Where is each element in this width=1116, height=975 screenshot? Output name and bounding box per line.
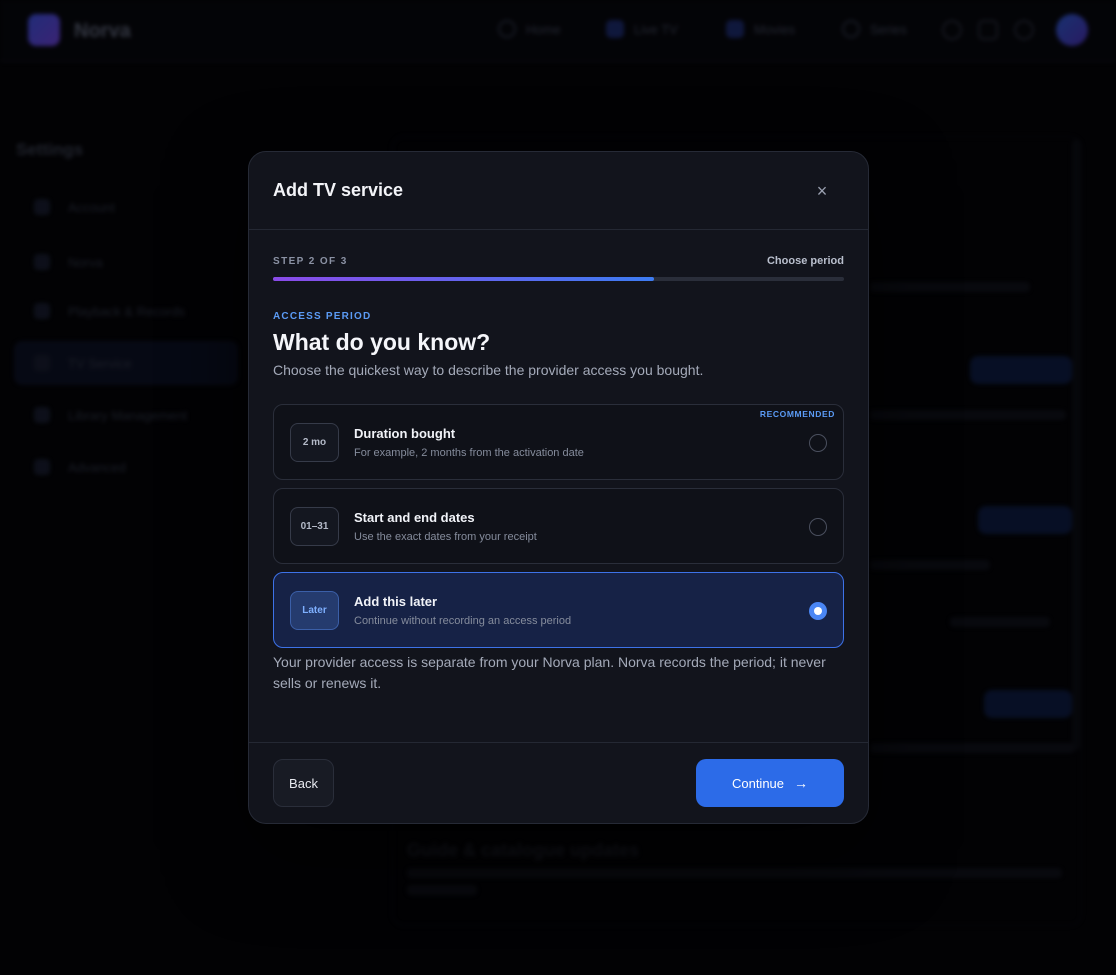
option-duration-bought[interactable]: 2 mo Duration bought For example, 2 mont… bbox=[273, 404, 844, 480]
progress-fill bbox=[273, 277, 654, 281]
question-heading: What do you know? bbox=[273, 329, 491, 355]
close-button[interactable]: × bbox=[809, 178, 835, 204]
step-indicator: STEP 2 OF 3 bbox=[273, 256, 348, 267]
sidebar-item-label: Norva bbox=[68, 254, 103, 270]
option-start-end-dates[interactable]: 01–31 Start and end dates Use the exact … bbox=[273, 488, 844, 564]
app-logo-icon bbox=[28, 14, 60, 46]
continue-label: Continue bbox=[731, 775, 785, 791]
later-badge: Later bbox=[290, 591, 339, 630]
placeholder-control[interactable] bbox=[950, 617, 1050, 627]
background-button[interactable] bbox=[970, 356, 1072, 384]
background-button[interactable] bbox=[984, 690, 1072, 718]
radio-button[interactable] bbox=[809, 434, 827, 452]
option-add-later[interactable]: Later Add this later Continue without re… bbox=[273, 572, 844, 648]
placeholder-line bbox=[870, 282, 1030, 292]
sidebar-item-label: Advanced bbox=[68, 459, 126, 475]
placeholder-line bbox=[870, 743, 1075, 753]
nav-label: Series bbox=[870, 21, 907, 37]
film-icon bbox=[726, 20, 744, 38]
option-title: Add this later bbox=[354, 594, 438, 609]
nav-item-home[interactable]: Home bbox=[498, 20, 561, 38]
app-name: Norva bbox=[74, 20, 131, 42]
tv-icon bbox=[606, 20, 624, 38]
avatar[interactable] bbox=[1056, 14, 1088, 46]
home-icon bbox=[498, 20, 516, 38]
option-description: For example, 2 months from the activatio… bbox=[354, 447, 584, 459]
play-icon bbox=[34, 303, 50, 319]
scrollbar[interactable] bbox=[1072, 140, 1080, 750]
section-eyebrow: ACCESS PERIOD bbox=[273, 311, 372, 322]
user-icon bbox=[34, 199, 50, 215]
duration-badge: 2 mo bbox=[290, 423, 339, 462]
dialog-title: Add TV service bbox=[273, 180, 404, 200]
dates-badge: 01–31 bbox=[290, 507, 339, 546]
sidebar-item-label: TV Service bbox=[68, 355, 132, 371]
nav-label: Home bbox=[526, 21, 561, 37]
progress-bar bbox=[273, 277, 844, 281]
tv-icon bbox=[34, 355, 50, 371]
placeholder-line bbox=[870, 560, 990, 570]
section-heading: Guide & catalogue updates bbox=[407, 840, 640, 860]
continue-button[interactable]: Continue → bbox=[696, 759, 844, 807]
sidebar-item-label: Library Management bbox=[68, 407, 188, 423]
nav-item-live-tv[interactable]: Live TV bbox=[606, 20, 678, 38]
cast-icon[interactable] bbox=[978, 20, 998, 40]
sidebar-item-playback[interactable]: Playback & Records bbox=[14, 289, 238, 333]
nav-item-movies[interactable]: Movies bbox=[726, 20, 795, 38]
settings-title: Settings bbox=[16, 140, 84, 159]
option-title: Start and end dates bbox=[354, 510, 475, 525]
question-subtitle: Choose the quickest way to describe the … bbox=[273, 362, 704, 378]
option-description: Continue without recording an access per… bbox=[354, 615, 572, 627]
dialog-header: Add TV service × bbox=[249, 152, 868, 230]
close-icon: × bbox=[816, 180, 828, 201]
sliders-icon bbox=[34, 459, 50, 475]
recommended-badge: RECOMMENDED bbox=[759, 409, 835, 419]
sidebar-item-norva[interactable]: Norva bbox=[14, 240, 238, 284]
sidebar-item-tv-service[interactable]: TV Service bbox=[14, 341, 238, 385]
sidebar-item-label: Account bbox=[68, 199, 115, 215]
add-tv-service-dialog: Add TV service × STEP 2 OF 3 Choose peri… bbox=[248, 151, 869, 824]
sidebar-item-advanced[interactable]: Advanced bbox=[14, 445, 238, 489]
info-note: Your provider access is separate from yo… bbox=[273, 654, 826, 691]
top-navigation-bar: Norva Home Live TV Movies Series bbox=[0, 0, 1116, 62]
background-button[interactable] bbox=[978, 506, 1072, 534]
series-icon bbox=[842, 20, 860, 38]
search-icon[interactable] bbox=[942, 20, 962, 40]
nav-label: Movies bbox=[754, 21, 796, 37]
sidebar-item-account[interactable]: Account bbox=[14, 185, 238, 229]
library-icon bbox=[34, 407, 50, 423]
option-title: Duration bought bbox=[354, 426, 456, 441]
nav-label: Live TV bbox=[634, 21, 678, 37]
sidebar-item-label: Playback & Records bbox=[68, 303, 186, 319]
arrow-right-icon: → bbox=[794, 775, 809, 791]
norva-icon bbox=[34, 254, 50, 270]
back-button[interactable]: Back bbox=[273, 759, 334, 807]
sidebar-item-library[interactable]: Library Management bbox=[14, 393, 238, 437]
bell-icon[interactable] bbox=[1014, 20, 1034, 40]
placeholder-line bbox=[870, 410, 1066, 420]
placeholder-line bbox=[407, 868, 1062, 878]
nav-item-series[interactable]: Series bbox=[842, 20, 907, 38]
option-description: Use the exact dates from your receipt bbox=[354, 531, 537, 543]
radio-button[interactable] bbox=[809, 518, 827, 536]
dialog-footer: Back Continue → bbox=[249, 742, 868, 823]
radio-button[interactable] bbox=[809, 602, 827, 620]
step-name: Choose period bbox=[766, 255, 844, 267]
placeholder-line bbox=[407, 885, 477, 895]
